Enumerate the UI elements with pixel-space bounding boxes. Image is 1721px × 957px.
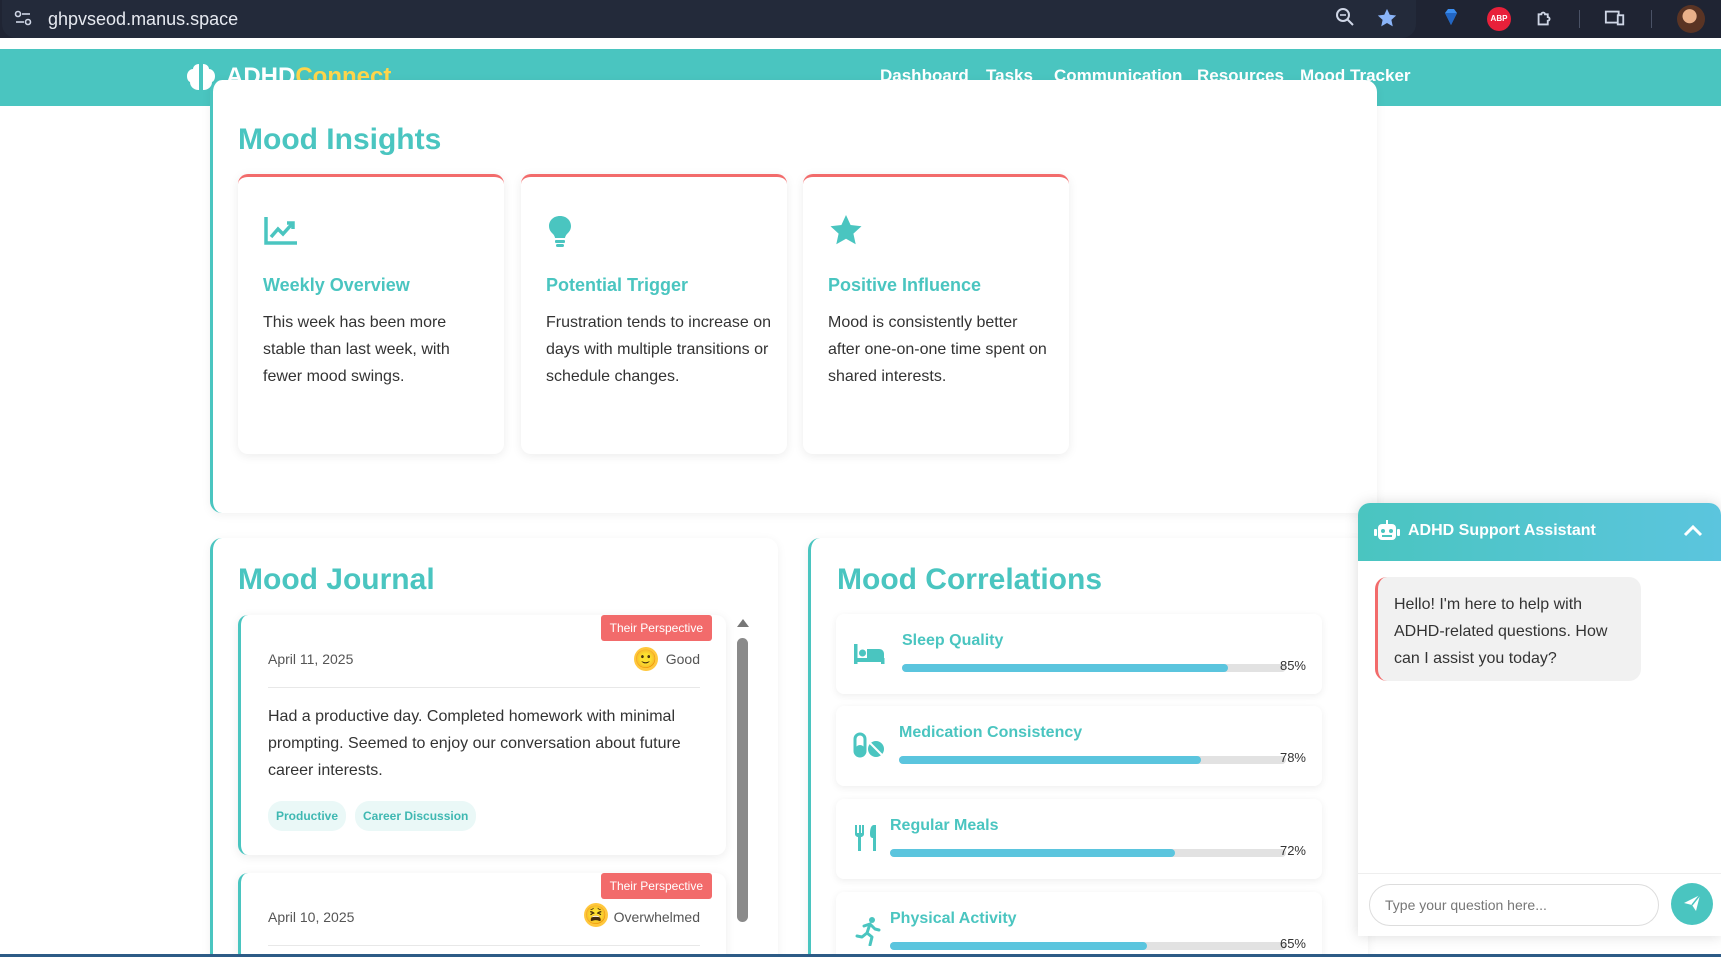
smile-emoji-icon: 🙂 [634, 647, 658, 671]
chevron-up-icon[interactable] [1681, 519, 1705, 543]
journal-entry[interactable]: Their Perspective April 10, 2025 😫 Overw… [238, 873, 726, 957]
journal-scrollbar-thumb[interactable] [737, 638, 748, 922]
star-icon [830, 215, 862, 245]
insight-title: Weekly Overview [263, 275, 410, 295]
address-bar[interactable]: ghpvseod.manus.space [2, 0, 1416, 38]
entry-mood: Overwhelmed [613, 909, 700, 925]
running-icon [855, 917, 881, 946]
correlation-progress-fill [899, 756, 1201, 764]
chat-title: ADHD Support Assistant [1408, 522, 1596, 539]
pills-icon [853, 732, 884, 758]
mood-insights-title: Mood Insights [238, 123, 442, 156]
paper-plane-icon [1684, 894, 1701, 911]
entry-date: April 11, 2025 [268, 651, 354, 667]
entry-text: Had a productive day. Completed homework… [268, 708, 681, 779]
insight-card-trigger: Potential Trigger Frustration tends to i… [521, 174, 787, 454]
site-settings-icon[interactable] [11, 8, 35, 30]
insight-title: Potential Trigger [546, 275, 689, 295]
insight-text: Mood is consistently better after one-on… [828, 314, 1047, 385]
chat-input-bar [1358, 873, 1721, 936]
perspective-badge: Their Perspective [600, 873, 712, 899]
correlation-sleep-quality: Sleep Quality 85% [836, 614, 1322, 694]
correlation-progress-track [890, 849, 1286, 857]
correlation-progress-fill [890, 942, 1148, 950]
entry-date: April 10, 2025 [268, 909, 355, 925]
chat-bot-message: Hello! I'm here to help with ADHD-relate… [1375, 577, 1641, 681]
mood-journal-title: Mood Journal [238, 563, 435, 596]
correlation-progress-track [902, 664, 1286, 672]
chat-header[interactable]: ADHD Support Assistant [1358, 503, 1721, 561]
mood-correlations-title: Mood Correlations [837, 563, 1103, 596]
correlation-progress-track [899, 756, 1286, 764]
utensils-icon [855, 825, 876, 851]
correlation-percent: 78% [1279, 750, 1306, 765]
correlation-percent: 65% [1279, 936, 1306, 951]
correlation-percent: 85% [1279, 658, 1306, 673]
insight-card-weekly: Weekly Overview This week has been more … [238, 174, 504, 454]
correlation-progress-fill [890, 849, 1176, 857]
extension-gem-icon[interactable] [1439, 7, 1463, 31]
device-icon[interactable] [1603, 7, 1627, 31]
insight-text: Frustration tends to increase on days wi… [546, 314, 772, 385]
toolbar-divider [1651, 10, 1652, 28]
correlation-label: Medication Consistency [899, 724, 1083, 741]
tired-emoji-icon: 😫 [584, 903, 608, 927]
robot-icon [1374, 520, 1400, 540]
insight-card-positive: Positive Influence Mood is consistently … [803, 174, 1069, 454]
correlation-label: Physical Activity [890, 910, 1017, 927]
entry-divider [268, 945, 700, 946]
chart-line-icon [264, 217, 297, 245]
bed-icon [854, 644, 885, 664]
browser-toolbar: ghpvseod.manus.space ABP [0, 0, 1721, 38]
correlation-regular-meals: Regular Meals 72% [836, 799, 1322, 879]
scroll-up-arrow-icon[interactable] [737, 619, 749, 627]
entry-tag[interactable]: Productive [268, 801, 347, 831]
correlation-medication-consistency: Medication Consistency 78% [836, 706, 1322, 786]
profile-avatar[interactable] [1677, 5, 1705, 33]
extensions-puzzle-icon[interactable] [1533, 7, 1557, 31]
chat-question-input[interactable] [1369, 884, 1659, 926]
url-text[interactable]: ghpvseod.manus.space [48, 9, 238, 30]
correlation-progress-fill [902, 664, 1229, 672]
bookmark-star-icon[interactable] [1375, 7, 1399, 31]
correlation-label: Sleep Quality [902, 632, 1004, 649]
toolbar-divider [1579, 10, 1580, 28]
adblock-icon[interactable]: ABP [1487, 7, 1511, 31]
entry-mood: Good [665, 651, 700, 667]
support-chat-widget: ADHD Support Assistant Hello! I'm here t… [1358, 503, 1721, 936]
journal-entry[interactable]: Their Perspective April 11, 2025 🙂 Good … [238, 615, 726, 855]
insight-text: This week has been more stable than last… [263, 314, 450, 385]
insight-title: Positive Influence [828, 275, 982, 295]
entry-tag[interactable]: Career Discussion [355, 801, 477, 831]
perspective-badge: Their Perspective [600, 615, 712, 641]
correlation-progress-track [890, 942, 1286, 950]
lightbulb-icon [549, 216, 571, 247]
chat-send-button[interactable] [1671, 883, 1713, 925]
entry-divider [268, 687, 700, 688]
correlation-percent: 72% [1279, 843, 1306, 858]
zoom-icon[interactable] [1333, 7, 1357, 31]
correlation-label: Regular Meals [890, 817, 999, 834]
correlation-physical-activity: Physical Activity 65% [836, 892, 1322, 957]
